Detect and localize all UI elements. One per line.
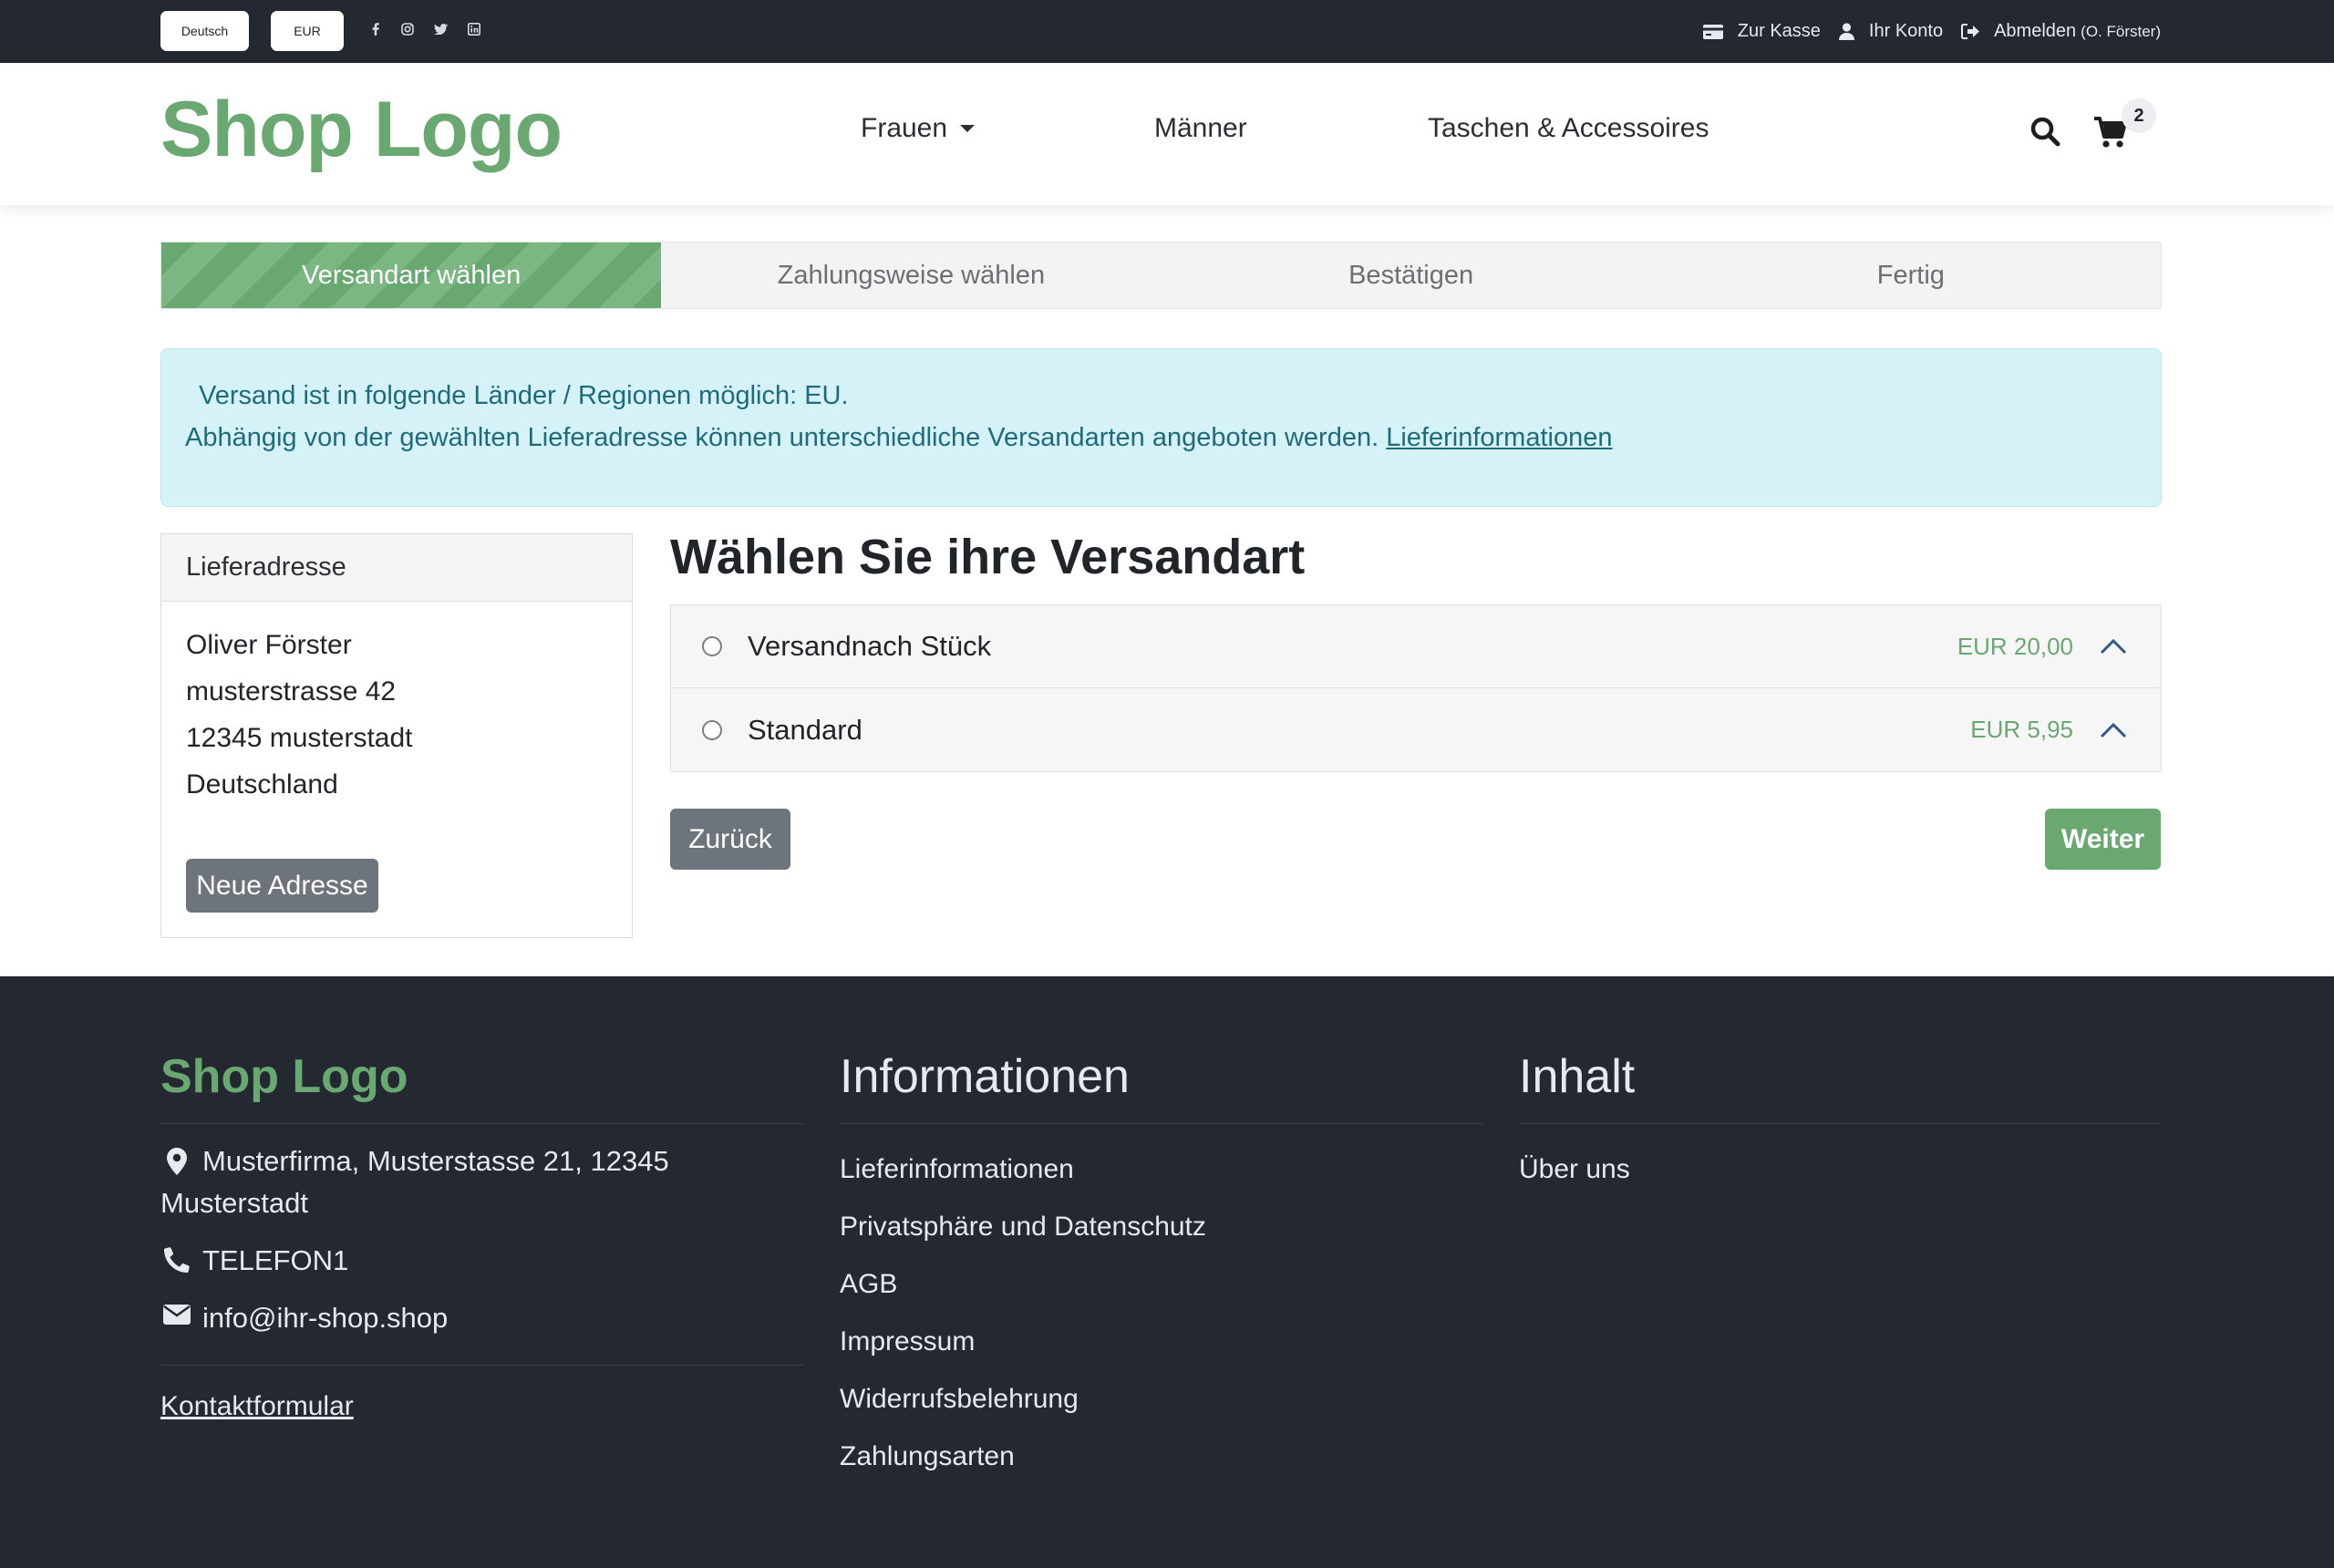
shipping-title: Wählen Sie ihre Versandart [670,530,1306,584]
account-links: Zur Kasse Ihr Konto Abmelden (O. Förster… [1683,0,2161,63]
footer-link-ueber-uns[interactable]: Über uns [1519,1140,2162,1198]
phone-number: TELEFON1 [202,1244,349,1276]
facebook-icon[interactable] [367,20,384,38]
nav-item-frauen[interactable]: Frauen [861,113,976,144]
address-card-title: Lieferadresse [161,534,632,602]
chevron-up-icon[interactable] [2099,637,2128,655]
nav-item-taschen-accessoires[interactable]: Taschen & Accessoires [1428,113,1709,144]
delivery-info-link[interactable]: Lieferinformationen [1386,423,1612,452]
footer-content-column: Inhalt Über uns [1519,1049,2162,1198]
instagram-icon[interactable] [399,20,416,38]
address-street: musterstrasse 42 [186,676,397,707]
footer-link-datenschutz[interactable]: Privatsphäre und Datenschutz [840,1198,1482,1255]
footer-info-title: Informationen [840,1049,1482,1124]
twitter-icon[interactable] [432,20,449,38]
shipping-option[interactable]: Standard EUR 5,95 [671,688,2161,771]
footer-link-agb[interactable]: AGB [840,1255,1482,1313]
nav-item-maenner[interactable]: Männer [1154,113,1247,144]
nav-label: Männer [1154,113,1247,143]
address-line-1: Musterfirma, Musterstasse 21, 12345 [202,1145,669,1177]
shipping-option-price: EUR 5,95 [1970,716,2073,743]
footer-contact-info: Musterfirma, Musterstasse 21, 12345 Must… [160,1140,803,1339]
map-marker-icon [160,1140,193,1175]
caret-down-icon [960,125,976,132]
sign-out-icon [1961,24,1980,39]
alert-line-1: Versand ist in folgende Länder / Regione… [199,381,849,410]
email-address[interactable]: info@ihr-shop.shop [202,1297,448,1339]
logout-user: (O. Förster) [2081,22,2161,40]
nav-label: Taschen & Accessoires [1428,113,1709,143]
envelope-icon [160,1297,193,1325]
credit-card-icon [1702,24,1723,39]
next-button[interactable]: Weiter [2045,809,2161,870]
radio-button[interactable] [702,636,722,656]
shipping-option-price: EUR 20,00 [1957,632,2073,660]
shop-logo[interactable]: Shop Logo [160,85,563,175]
account-label: Ihr Konto [1868,21,1944,41]
footer: Shop Logo Musterfirma, Musterstasse 21, … [0,976,2334,1568]
shipping-options-list: Versandnach Stück EUR 20,00 Standard EUR… [670,604,2162,772]
footer-logo[interactable]: Shop Logo [160,1049,803,1124]
logout-link[interactable]: Abmelden (O. Förster) [1961,21,2161,42]
language-selector[interactable]: Deutsch [160,11,249,51]
step-fertig: Fertig [1876,260,1945,290]
nav-label: Frauen [861,113,948,143]
step-bestaetigen: Bestätigen [1348,260,1474,290]
footer-link-impressum[interactable]: Impressum [840,1313,1482,1370]
user-icon [1838,23,1854,40]
address-city: 12345 musterstadt [186,723,413,753]
account-link[interactable]: Ihr Konto [1838,21,1944,42]
footer-link-lieferinformationen[interactable]: Lieferinformationen [840,1140,1482,1198]
checkout-link[interactable]: Zur Kasse [1702,21,1821,42]
address-line-2: Musterstadt [160,1187,308,1219]
alert-text: Abhängig von der gewählten Lieferadresse… [185,423,1379,452]
logout-label: Abmelden [1994,21,2077,41]
shipping-option[interactable]: Versandnach Stück EUR 20,00 [671,605,2161,688]
footer-email: info@ihr-shop.shop [160,1297,803,1339]
checkout-label: Zur Kasse [1737,21,1821,41]
address-name: Oliver Förster [186,630,352,660]
shipping-option-name: Versandnach Stück [748,630,992,662]
currency-selector[interactable]: EUR [271,11,344,51]
footer-info-links: Lieferinformationen Privatsphäre und Dat… [840,1140,1482,1485]
footer-info-column: Informationen Lieferinformationen Privat… [840,1049,1482,1485]
back-button[interactable]: Zurück [670,809,790,870]
linkedin-icon[interactable] [466,20,482,38]
footer-contact-column: Shop Logo Musterfirma, Musterstasse 21, … [160,1049,803,1422]
checkout-steps: Versandart wählen Zahlungsweise wählen B… [160,242,2162,309]
top-bar: Deutsch EUR Zur Kasse Ihr Konto Abmelden… [0,0,2334,63]
main-header: Shop Logo Frauen Männer Taschen & Access… [0,63,2334,205]
footer-link-zahlungsarten[interactable]: Zahlungsarten [840,1428,1482,1485]
cart-count-badge: 2 [2122,98,2156,133]
address-body: Oliver Förster musterstrasse 42 12345 mu… [161,602,632,828]
shipping-info-alert: Versand ist in folgende Länder / Regione… [160,348,2162,507]
radio-button[interactable] [702,719,722,740]
footer-link-widerrufsbelehrung[interactable]: Widerrufsbelehrung [840,1370,1482,1428]
footer-content-links: Über uns [1519,1140,2162,1198]
step-zahlungsweise: Zahlungsweise wählen [777,260,1046,290]
search-icon[interactable] [2029,116,2062,149]
delivery-address-card: Lieferadresse Oliver Förster musterstras… [160,533,633,938]
address-country: Deutschland [186,769,338,799]
chevron-up-icon[interactable] [2099,721,2128,739]
phone-icon [160,1240,193,1273]
shipping-option-name: Standard [748,713,862,746]
step-versandart: Versandart wählen [161,242,662,308]
alert-line-2: Abhängig von der gewählten Lieferadresse… [185,417,2137,459]
footer-divider [160,1365,803,1366]
contact-form-link[interactable]: Kontaktformular [160,1391,354,1422]
footer-content-title: Inhalt [1519,1049,2162,1124]
footer-phone: TELEFON1 [160,1240,803,1282]
new-address-button[interactable]: Neue Adresse [186,859,378,913]
